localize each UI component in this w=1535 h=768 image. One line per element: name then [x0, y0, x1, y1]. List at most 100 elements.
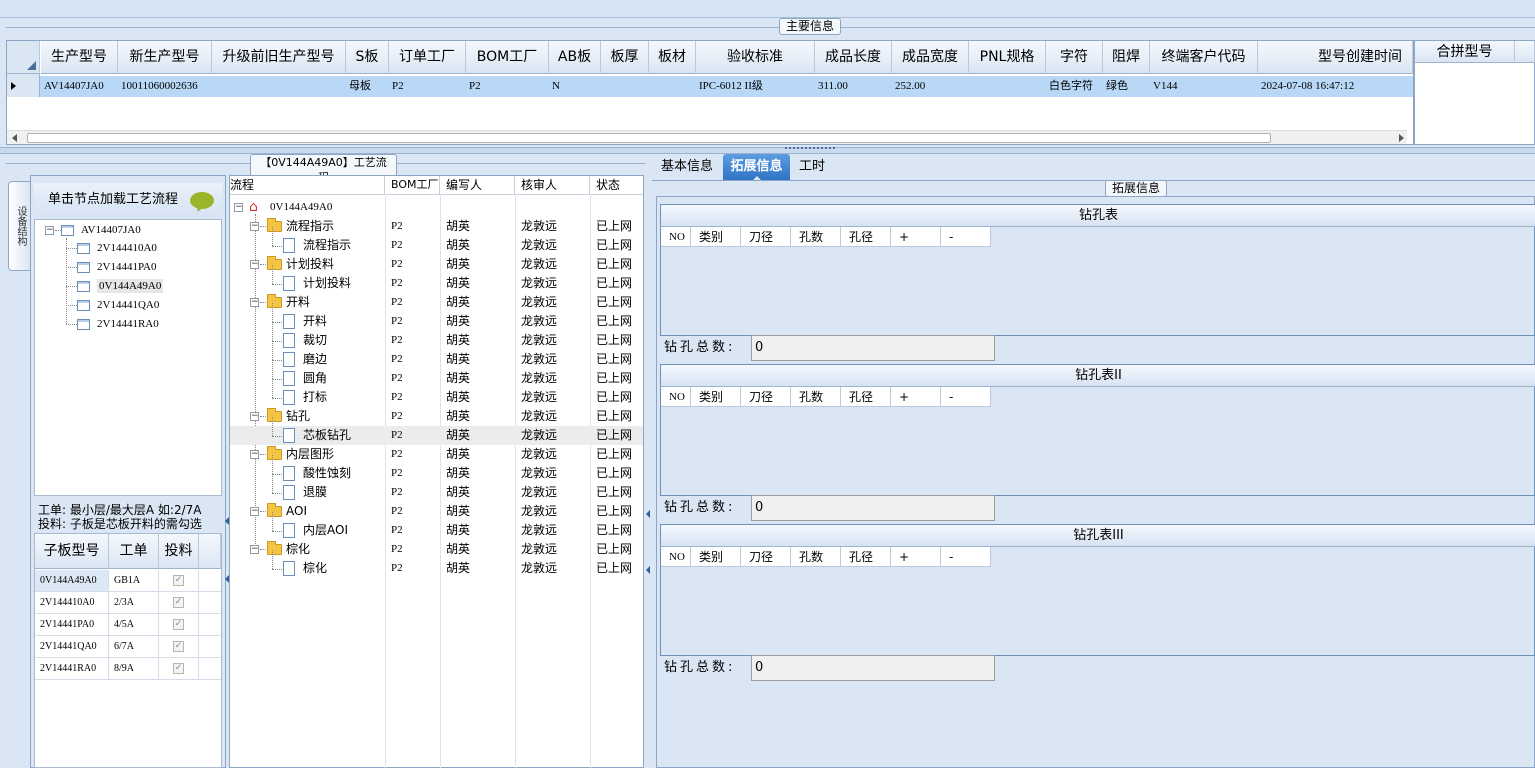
main-info-grid[interactable]: 生产型号 新生产型号 升级前旧生产型号 S板 订单工厂 BOM工厂 AB板 板厚… — [6, 40, 1414, 145]
process-row[interactable]: − 钻孔 P2 胡英 龙敦远 已上网 — [230, 407, 643, 426]
device-structure-tab[interactable]: 设备结构 — [8, 181, 30, 271]
process-row[interactable]: 计划投料 P2 胡英 龙敦远 已上网 — [230, 265, 643, 293]
collapse-left-icon[interactable] — [646, 510, 650, 518]
cell-model[interactable]: 2V14441PA0 — [35, 614, 109, 635]
drill-col-header[interactable]: 孔数 — [791, 387, 841, 407]
drill-col-header[interactable]: 刀径 — [741, 547, 791, 567]
cell-customer-code[interactable]: V144 — [1150, 76, 1258, 96]
col-header[interactable]: 终端客户代码 — [1150, 41, 1258, 74]
process-row[interactable]: 酸性蚀刻 P2 胡英 龙敦远 已上网 — [230, 455, 643, 483]
col-header[interactable]: 状态 — [590, 176, 643, 194]
collapse-icon[interactable]: − — [250, 298, 259, 307]
col-header-merge[interactable]: 合拼型号 — [1415, 41, 1515, 63]
collapse-icon[interactable]: − — [250, 450, 259, 459]
cell-pnl[interactable] — [969, 76, 1046, 96]
cell-length[interactable]: 311.00 — [815, 76, 892, 96]
process-row[interactable]: − 计划投料 P2 胡英 龙敦远 已上网 — [230, 255, 643, 274]
process-row[interactable]: 内层AOI P2 胡英 龙敦远 已上网 — [230, 512, 643, 540]
scroll-right-icon[interactable] — [1399, 134, 1404, 142]
drill-col-header[interactable]: 孔径 — [841, 227, 891, 247]
col-header[interactable]: 升级前旧生产型号 — [212, 41, 346, 74]
collapse-icon[interactable]: − — [250, 412, 259, 421]
drill-count-field[interactable]: 0 — [751, 655, 995, 681]
col-header[interactable]: 新生产型号 — [118, 41, 212, 74]
scrollbar-thumb[interactable] — [27, 133, 1271, 143]
process-row[interactable]: 棕化 P2 胡英 龙敦远 已上网 — [230, 550, 643, 578]
col-header[interactable]: 投料 — [159, 534, 199, 569]
cell-new-model[interactable]: 10011060002636 — [118, 76, 212, 96]
drill-count-field[interactable]: 0 — [751, 495, 995, 521]
tree-node[interactable]: 2V144410A0 — [77, 240, 157, 256]
checkbox-checked[interactable]: ✓ — [173, 619, 184, 630]
checkbox-checked[interactable]: ✓ — [173, 663, 184, 674]
col-header[interactable]: 核审人 — [515, 176, 590, 194]
cell-model[interactable]: AV14407JA0 — [41, 76, 118, 96]
process-row[interactable]: − 内层图形 P2 胡英 龙敦远 已上网 — [230, 445, 643, 464]
process-row[interactable]: 开料 P2 胡英 龙敦远 已上网 — [230, 303, 643, 331]
col-header[interactable]: BOM工厂 — [385, 176, 440, 194]
merge-model-grid[interactable]: 合拼型号 — [1414, 40, 1535, 145]
splitter-grip-icon[interactable] — [785, 147, 835, 151]
cell-order[interactable]: GB1A — [109, 570, 159, 591]
checkbox-checked[interactable]: ✓ — [173, 575, 184, 586]
board-tree[interactable]: − AV14407JA0 2V144410A0 2V14441PA0 0V144… — [34, 219, 222, 496]
col-header[interactable]: PNL规格 — [969, 41, 1046, 74]
cell-feed[interactable]: ✓ — [159, 614, 199, 635]
table-row[interactable]: 2V14441QA0 6/7A ✓ — [35, 636, 221, 658]
col-header[interactable]: 型号创建时间 — [1258, 41, 1413, 74]
cell-soldermask[interactable]: 绿色 — [1103, 76, 1150, 96]
process-root-label[interactable]: 0V144A49A0 — [270, 199, 332, 215]
col-header-extra[interactable] — [1515, 41, 1535, 63]
cell-feed[interactable]: ✓ — [159, 636, 199, 657]
cell-silkscreen[interactable]: 白色字符 — [1046, 76, 1103, 96]
row-indicator[interactable] — [7, 74, 40, 97]
process-row[interactable]: − 棕化 P2 胡英 龙敦远 已上网 — [230, 540, 643, 559]
cell-width[interactable]: 252.00 — [892, 76, 969, 96]
process-row[interactable]: − 流程指示 P2 胡英 龙敦远 已上网 — [230, 217, 643, 236]
drill-table[interactable]: 钻孔表 NO 类别 刀径 孔数 孔径 + - — [660, 204, 1535, 336]
cell-model[interactable]: 2V144410A0 — [35, 592, 109, 613]
tab-basic-info[interactable]: 基本信息 — [652, 154, 722, 180]
cell-order[interactable]: 4/5A — [109, 614, 159, 635]
tree-root-node[interactable]: AV14407JA0 — [61, 222, 141, 238]
collapse-icon[interactable]: − — [45, 226, 54, 235]
drill-col-header[interactable]: 孔数 — [791, 227, 841, 247]
drill-col-header[interactable]: 刀径 — [741, 387, 791, 407]
col-header[interactable]: BOM工厂 — [466, 41, 549, 74]
collapse-icon[interactable]: − — [250, 260, 259, 269]
col-header[interactable]: AB板 — [549, 41, 601, 74]
collapse-left-icon[interactable] — [646, 566, 650, 574]
process-row[interactable]: − AOI P2 胡英 龙敦远 已上网 — [230, 502, 643, 521]
tab-work-hours[interactable]: 工时 — [792, 154, 832, 180]
col-header[interactable]: 字符 — [1046, 41, 1103, 74]
cell-order[interactable]: 2/3A — [109, 592, 159, 613]
table-row[interactable]: 2V14441PA0 4/5A ✓ — [35, 614, 221, 636]
drill-col-header[interactable]: NO — [661, 547, 691, 567]
horizontal-splitter[interactable] — [0, 147, 1535, 154]
col-header[interactable]: 子板型号 — [35, 534, 109, 569]
cell-order[interactable]: 8/9A — [109, 658, 159, 679]
cell-s-board[interactable]: 母板 — [346, 76, 389, 96]
col-header[interactable]: 成品宽度 — [892, 41, 969, 74]
sub-board-table[interactable]: 子板型号 工单 投料 0V144A49A0 GB1A ✓ 2V144410A0 … — [34, 533, 222, 768]
table-row[interactable]: 2V14441RA0 8/9A ✓ — [35, 658, 221, 680]
process-row[interactable]: 芯板钻孔 P2 胡英 龙敦远 已上网 — [230, 417, 643, 445]
drill-col-header[interactable]: + — [891, 547, 941, 567]
process-row[interactable]: 磨边 P2 胡英 龙敦远 已上网 — [230, 341, 643, 369]
tree-node[interactable]: 2V14441PA0 — [77, 259, 157, 275]
col-header[interactable]: 订单工厂 — [389, 41, 466, 74]
drill-col-header[interactable]: 孔径 — [841, 387, 891, 407]
tree-node-selected[interactable]: 0V144A49A0 — [77, 278, 164, 294]
collapse-icon[interactable]: − — [250, 222, 259, 231]
drill-col-header[interactable]: 孔径 — [841, 547, 891, 567]
drill-col-header[interactable]: - — [941, 227, 991, 247]
col-header[interactable]: 板材 — [649, 41, 696, 74]
col-header[interactable]: 成品长度 — [815, 41, 892, 74]
col-header[interactable]: 编写人 — [440, 176, 515, 194]
drill-col-header[interactable]: - — [941, 547, 991, 567]
col-header[interactable]: 流程 — [230, 176, 385, 194]
tree-node[interactable]: 2V14441QA0 — [77, 297, 159, 313]
cell-feed[interactable]: ✓ — [159, 658, 199, 679]
table-row[interactable]: 0V144A49A0 GB1A ✓ — [35, 570, 221, 592]
checkbox-checked[interactable]: ✓ — [173, 597, 184, 608]
